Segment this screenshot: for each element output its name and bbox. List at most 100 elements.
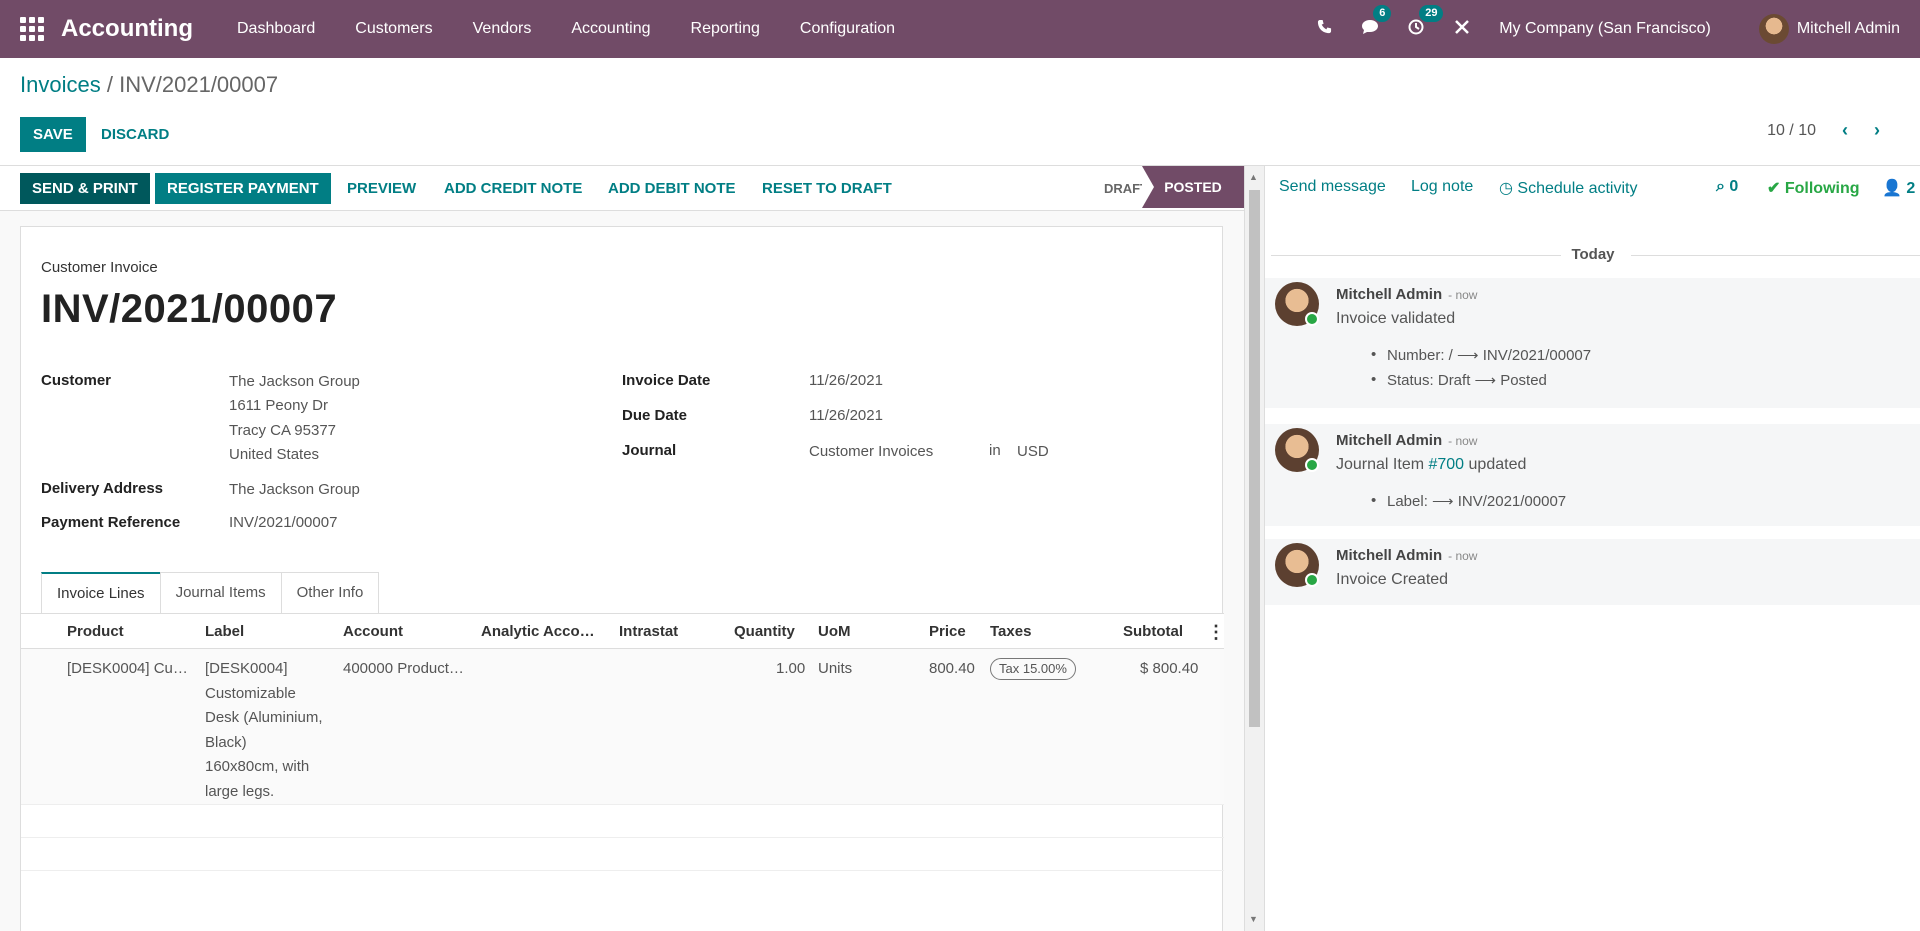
stage-posted[interactable]: POSTED (1142, 166, 1244, 208)
pager-previous-icon[interactable]: ‹ (1842, 120, 1848, 141)
journal-item-link[interactable]: #700 (1428, 456, 1464, 473)
register-payment-button[interactable]: REGISTER PAYMENT (155, 173, 331, 204)
tracking-value: Number: / ⟶ INV/2021/00007 (1371, 346, 1591, 364)
send-print-button[interactable]: SEND & PRINT (20, 173, 150, 204)
label-line: Desk (Aluminium, (205, 709, 323, 726)
following-button[interactable]: ✔ Following (1767, 178, 1860, 198)
optional-columns-icon[interactable]: ⋮ (1207, 614, 1225, 650)
activities-clock-icon[interactable]: 29 (1405, 4, 1444, 40)
pager-value[interactable]: 10 / 10 (1767, 122, 1816, 140)
invoice-date-field[interactable]: 11/26/2021 (809, 372, 883, 389)
message-author[interactable]: Mitchell Admin - now (1336, 547, 1477, 564)
add-credit-note-button[interactable]: ADD CREDIT NOTE (432, 173, 594, 204)
menu-customers[interactable]: Customers (355, 20, 432, 38)
menu-reporting[interactable]: Reporting (691, 20, 760, 38)
scroll-up-icon[interactable]: ▲ (1249, 172, 1258, 182)
scroll-thumb[interactable] (1249, 190, 1260, 727)
journal-field[interactable]: Customer Invoices (809, 443, 933, 460)
author-name: Mitchell Admin (1336, 432, 1443, 449)
discard-button[interactable]: DISCARD (101, 117, 169, 152)
reset-to-draft-button[interactable]: RESET TO DRAFT (750, 173, 904, 204)
cell-uom[interactable]: Units (818, 657, 852, 682)
message-author[interactable]: Mitchell Admin - now (1336, 432, 1477, 449)
check-icon: ✔ (1767, 180, 1781, 197)
col-quantity[interactable]: Quantity (734, 614, 795, 650)
message-date: - now (1448, 549, 1478, 563)
phone-icon[interactable] (1313, 19, 1335, 39)
menu-configuration[interactable]: Configuration (800, 20, 895, 38)
schedule-activity-button[interactable]: ◷ Schedule activity (1499, 178, 1637, 198)
messages-icon[interactable]: 6 (1359, 4, 1392, 40)
user-menu[interactable]: Mitchell Admin (1797, 20, 1900, 38)
payment-reference-field[interactable]: INV/2021/00007 (229, 514, 337, 531)
tab-journal-items[interactable]: Journal Items (159, 572, 282, 614)
col-price[interactable]: Price (929, 614, 966, 650)
save-button[interactable]: SAVE (20, 117, 86, 152)
chatter-message: Mitchell Admin - now Invoice Created (1265, 539, 1920, 605)
menu-accounting[interactable]: Accounting (571, 20, 650, 38)
journal-in-text: in (989, 442, 1001, 459)
tab-other-info[interactable]: Other Info (280, 572, 380, 614)
col-taxes[interactable]: Taxes (990, 614, 1031, 650)
tab-invoice-lines[interactable]: Invoice Lines (41, 572, 161, 614)
due-date-field[interactable]: 11/26/2021 (809, 407, 883, 424)
add-debit-note-button[interactable]: ADD DEBIT NOTE (596, 173, 748, 204)
col-analytic-account[interactable]: Analytic Acco… (481, 614, 595, 650)
col-subtotal[interactable]: Subtotal (1123, 614, 1183, 650)
log-note-button[interactable]: Log note (1411, 178, 1473, 196)
attachments-count: 0 (1729, 178, 1739, 195)
cell-account[interactable]: 400000 Product… (343, 657, 464, 682)
message-body: Invoice Created (1336, 571, 1449, 588)
delivery-address-field[interactable]: The Jackson Group (229, 481, 360, 498)
message-body: Invoice validated (1336, 310, 1456, 327)
col-account[interactable]: Account (343, 614, 403, 650)
scroll-down-icon[interactable]: ▼ (1249, 914, 1258, 924)
invoice-date-label: Invoice Date (622, 372, 711, 389)
table-row[interactable]: [DESK0004] Cu… [DESK0004] Customizable D… (21, 649, 1224, 805)
day-separator: Today (1265, 246, 1920, 263)
debug-tools-icon[interactable] (1451, 19, 1473, 40)
paperclip-icon: ⌕ (1716, 178, 1725, 195)
currency-field[interactable]: USD (1017, 443, 1049, 460)
chatter-message: Mitchell Admin - now Invoice validated Nu… (1265, 278, 1920, 408)
send-message-button[interactable]: Send message (1279, 178, 1386, 196)
col-intrastat[interactable]: Intrastat (619, 614, 678, 650)
app-menu-icon[interactable] (20, 17, 44, 41)
label-line: Customizable (205, 684, 296, 702)
col-label[interactable]: Label (205, 614, 244, 650)
table-row-empty (21, 838, 1224, 871)
cell-product[interactable]: [DESK0004] Cu… (67, 657, 188, 682)
user-avatar[interactable] (1758, 14, 1789, 44)
company-switcher[interactable]: My Company (San Francisco) (1499, 20, 1711, 38)
activities-badge: 29 (1419, 4, 1444, 22)
form-scrollbar[interactable]: ▲ ▼ (1244, 166, 1264, 931)
cell-taxes[interactable]: Tax 15.00% (990, 657, 1076, 682)
cell-price[interactable]: 800.40 (929, 657, 975, 682)
menu-vendors[interactable]: Vendors (473, 20, 532, 38)
pager-next-icon[interactable]: › (1874, 120, 1880, 141)
journal-label: Journal (622, 442, 677, 459)
label-line: Black) (205, 733, 247, 751)
delivery-address-label: Delivery Address (41, 480, 164, 497)
preview-button[interactable]: PREVIEW (335, 173, 428, 204)
col-product[interactable]: Product (67, 614, 124, 650)
cell-label[interactable]: [DESK0004] Customizable Desk (Aluminium,… (205, 657, 323, 804)
address-line: 1611 Peony Dr (229, 397, 328, 414)
message-body-prefix: Journal Item (1336, 456, 1429, 473)
breadcrumb-current: INV/2021/00007 (119, 72, 279, 97)
followers-button[interactable]: 👤 2 (1882, 178, 1915, 198)
statusbar: SEND & PRINT REGISTER PAYMENT PREVIEW AD… (0, 166, 1244, 211)
form-view: SEND & PRINT REGISTER PAYMENT PREVIEW AD… (0, 165, 1264, 931)
app-brand[interactable]: Accounting (61, 15, 193, 43)
invoice-title: INV/2021/00007 (41, 287, 338, 331)
tax-badge: Tax 15.00% (990, 658, 1076, 680)
cell-quantity[interactable]: 1.00 (776, 657, 805, 682)
tracking-value: Label: ⟶ INV/2021/00007 (1371, 492, 1566, 510)
col-uom[interactable]: UoM (818, 614, 851, 650)
customer-field[interactable]: The Jackson Group (229, 373, 360, 390)
clock-icon: ◷ (1499, 180, 1513, 197)
attachments-button[interactable]: ⌕ 0 (1716, 178, 1738, 196)
menu-dashboard[interactable]: Dashboard (237, 20, 315, 38)
breadcrumb-invoices[interactable]: Invoices (20, 72, 101, 97)
message-author[interactable]: Mitchell Admin - now (1336, 286, 1477, 303)
